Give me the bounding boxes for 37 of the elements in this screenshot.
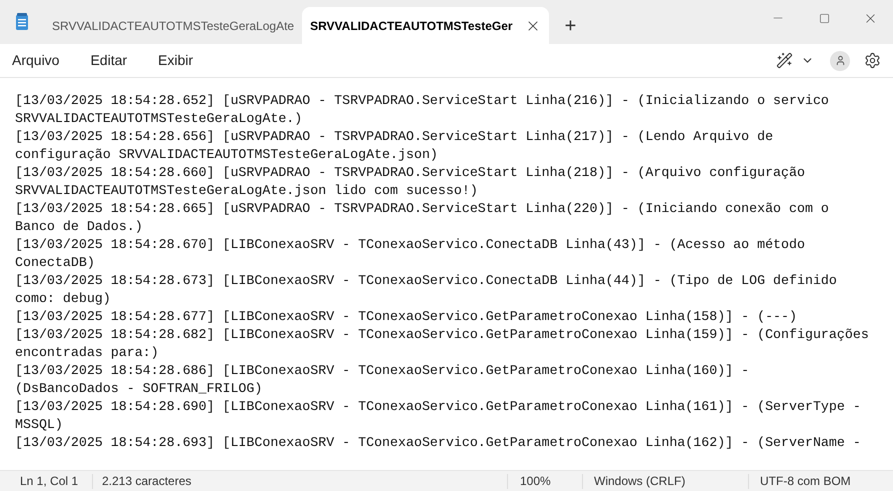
text-line: [13/03/2025 18:54:28.693] [LIBConexaoSRV - TConexaoServico.GetParametroConexao Linha(162)] - (ServerName - [15, 434, 861, 452]
text-line: (DsBancoDados - SOFTRAN_FRILOG) [15, 380, 262, 398]
text-line: encontradas para:) [15, 344, 159, 362]
text-line: [13/03/2025 18:54:28.682] [LIBConexaoSRV - TConexaoServico.GetParametroConexao Linha(159)] - (Configurações [15, 326, 869, 344]
text-line: [13/03/2025 18:54:28.677] [LIBConexaoSRV - TConexaoServico.GetParametroConexao Linha(158)] - (---) [15, 308, 797, 326]
text-line: SRVVALIDACTEAUTOTMSTesteGeraLogAte.json lido com sucesso!) [15, 182, 478, 200]
text-line: ConectaDB) [15, 254, 95, 272]
text-line: [13/03/2025 18:54:28.686] [LIBConexaoSRV - TConexaoServico.GetParametroConexao Linha(160)] - [15, 362, 750, 380]
menu-item[interactable]: Editar [90, 50, 128, 71]
line-ending[interactable]: Windows (CRLF) [583, 472, 748, 490]
cursor-position: Ln 1, Col 1 [19, 473, 80, 490]
text-line: configuração SRVVALIDACTEAUTOTMSTesteGeraLogAte.json) [15, 146, 438, 164]
account-icon[interactable] [830, 50, 850, 70]
text-line: como: debug) [15, 290, 111, 308]
text-line: [13/03/2025 18:54:28.665] [uSRVPADRAO - TSRVPADRAO.ServiceStart Linha(220)] - (Iniciando conexão com o [15, 200, 829, 218]
notepad-icon [15, 13, 29, 31]
text-line: SRVVALIDACTEAUTOTMSTesteGeraLogAte.) [15, 110, 302, 128]
copilot-button[interactable] [776, 52, 814, 69]
text-line: [13/03/2025 18:54:28.652] [uSRVPADRAO - TSRVPADRAO.ServiceStart Linha(216)] - (Inicializando o servico [15, 92, 829, 110]
menu-item[interactable]: Arquivo [12, 50, 60, 71]
zoom-level[interactable]: 100% [508, 472, 582, 490]
text-line: [13/03/2025 18:54:28.673] [LIBConexaoSRV - TConexaoServico.ConectaDB Linha(44)] - (Tipo de LOG definido [15, 272, 837, 290]
character-count: 2.213 caracteres [101, 473, 192, 490]
magic-wand-icon[interactable] [776, 52, 793, 69]
text-line: [13/03/2025 18:54:28.690] [LIBConexaoSRV - TConexaoServico.GetParametroConexao Linha(161)] - (ServerType - [15, 398, 861, 416]
text-line: [13/03/2025 18:54:28.660] [uSRVPADRAO - TSRVPADRAO.ServiceStart Linha(218)] - (Arquivo configuração [15, 164, 805, 182]
text-line: [13/03/2025 18:54:28.656] [uSRVPADRAO - TSRVPADRAO.ServiceStart Linha(217)] - (Lendo Arquivo de [15, 128, 774, 146]
text-line: [13/03/2025 18:54:28.670] [LIBConexaoSRV - TConexaoServico.ConectaDB Linha(43)] - (Acesso ao método [15, 236, 805, 254]
document-tab[interactable]: SRVVALIDACTEAUTOTMSTesteGer [302, 7, 549, 44]
new-tab-button[interactable]: + [560, 16, 580, 36]
settings-icon[interactable] [864, 52, 881, 69]
document-tab[interactable]: SRVVALIDACTEAUTOTMSTesteGeraLogAte [44, 7, 302, 44]
encoding[interactable]: UTF-8 com BOM [749, 472, 893, 490]
menu-item[interactable]: Exibir [158, 50, 194, 71]
text-line: Banco de Dados.) [15, 218, 143, 236]
text-line: MSSQL) [15, 416, 63, 434]
maximize-icon[interactable] [818, 12, 830, 24]
